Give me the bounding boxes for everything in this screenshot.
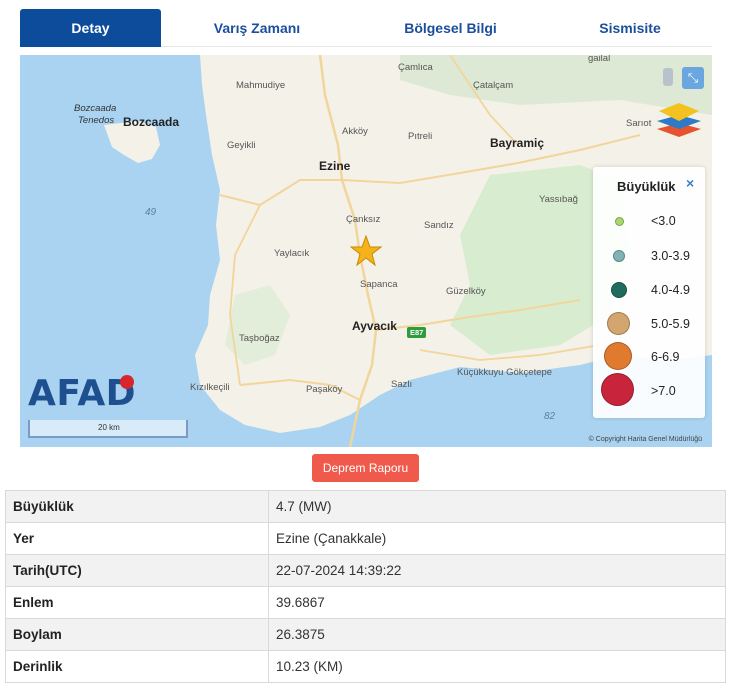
label-pasakoy: Paşaköy: [306, 384, 343, 395]
label-sandiz: Sandız: [424, 220, 454, 231]
legend-row: <3.0: [593, 207, 705, 237]
label-ayvacik: Ayvacık: [352, 319, 397, 333]
legend-label: >7.0: [651, 384, 676, 398]
detail-value: 22-07-2024 14:39:22: [268, 554, 726, 587]
epicenter-map[interactable]: Bozcaada Tenedos Bozcaada Mahmudiye Çaml…: [20, 55, 712, 447]
detail-key: Enlem: [5, 586, 269, 619]
detail-value: 10.23 (KM): [268, 650, 726, 683]
label-bayramic: Bayramiç: [490, 136, 545, 150]
label-ezine: Ezine: [319, 159, 351, 173]
legend-row: 3.0-3.9: [593, 242, 705, 272]
label-tasbogaz: Taşboğaz: [239, 333, 280, 344]
legend-circle: [615, 217, 624, 226]
table-row: Büyüklük 4.7 (MW): [5, 490, 726, 523]
label-tenedos: Tenedos: [78, 115, 115, 126]
legend-circle: [607, 312, 630, 335]
label-camlica: Çamlıca: [398, 62, 433, 73]
legend-label: <3.0: [651, 214, 676, 228]
label-yassibag: Yassıbağ: [539, 194, 578, 205]
legend-label: 6-6.9: [651, 350, 680, 364]
legend-label: 4.0-4.9: [651, 283, 690, 297]
detail-key: Büyüklük: [5, 490, 269, 523]
legend-title: Büyüklük: [617, 179, 676, 194]
layers-icon[interactable]: [657, 101, 701, 137]
label-bozcaada: Bozcaada: [123, 115, 180, 129]
table-row: Tarih(UTC) 22-07-2024 14:39:22: [5, 554, 726, 587]
earthquake-report-button[interactable]: Deprem Raporu: [312, 454, 419, 482]
label-kizilkecili: Kızılkeçili: [190, 382, 230, 393]
label-sariot: Sarıot: [626, 118, 652, 129]
legend-row: 4.0-4.9: [593, 276, 705, 306]
detail-value: 4.7 (MW): [268, 490, 726, 523]
legend-circle: [613, 250, 625, 262]
label-kucukkuyu: Küçükkuyu Gökçetepe: [457, 367, 553, 378]
legend-label: 3.0-3.9: [651, 249, 690, 263]
table-row: Derinlik 10.23 (KM): [5, 650, 726, 683]
detail-value: Ezine (Çanakkale): [268, 522, 726, 555]
scale-label: 20 km: [98, 423, 120, 432]
table-row: Boylam 26.3875: [5, 618, 726, 651]
legend-circle: [611, 282, 627, 298]
legend-circle: [601, 373, 634, 406]
legend-row: >7.0: [593, 373, 705, 406]
fullscreen-icon[interactable]: ⤡: [682, 67, 704, 89]
earthquake-details-table: Büyüklük 4.7 (MW) Yer Ezine (Çanakkale) …: [5, 490, 726, 683]
legend-row: 6-6.9: [593, 341, 705, 371]
label-sapanca: Sapanca: [360, 279, 398, 290]
label-akkoy: Akköy: [342, 126, 368, 137]
sea-label-west: 49: [145, 207, 157, 218]
detail-value: 26.3875: [268, 618, 726, 651]
detail-key: Yer: [5, 522, 269, 555]
legend-circle: [604, 342, 632, 370]
legend-row: 5.0-5.9: [593, 309, 705, 339]
sea-label-south: 82: [544, 411, 556, 422]
label-yaylacik: Yaylacık: [274, 248, 310, 259]
detail-key: Tarih(UTC): [5, 554, 269, 587]
detail-key: Boylam: [5, 618, 269, 651]
label-sazli: Sazlı: [391, 379, 413, 390]
table-row: Yer Ezine (Çanakkale): [5, 522, 726, 555]
table-row: Enlem 39.6867: [5, 586, 726, 619]
label-galial: gailal: [588, 55, 611, 64]
flag-icon: [120, 375, 134, 389]
star-icon[interactable]: [350, 235, 382, 267]
label-guzelkoy: Güzelköy: [446, 286, 486, 297]
label-pitreli: Pıtreli: [408, 131, 433, 142]
label-canksiz: Çanksız: [346, 214, 381, 225]
road-badge-e87: E87: [407, 327, 427, 338]
label-bozcaada-alt1: Bozcaada: [74, 103, 117, 114]
label-geyikli: Geyikli: [227, 140, 256, 151]
magnitude-legend: Büyüklük × <3.0 3.0-3.9 4.0-4.9 5.0-5.9 …: [593, 167, 705, 418]
tab-varis-zamani[interactable]: Varış Zamanı: [161, 9, 353, 47]
tab-bolgesel-bilgi[interactable]: Bölgesel Bilgi: [353, 9, 548, 47]
tab-sismisite[interactable]: Sismisite: [548, 9, 712, 47]
map-slider-handle[interactable]: [663, 68, 673, 86]
detail-value: 39.6867: [268, 586, 726, 619]
label-catalcam: Çatalçam: [473, 80, 514, 91]
close-icon[interactable]: ×: [686, 175, 694, 191]
label-mahmudiye: Mahmudiye: [236, 80, 286, 91]
legend-label: 5.0-5.9: [651, 317, 690, 331]
scale-bar: 20 km: [28, 420, 188, 438]
tab-detay[interactable]: Detay: [20, 9, 161, 47]
tab-bar: Detay Varış Zamanı Bölgesel Bilgi Sismis…: [20, 9, 712, 47]
map-copyright: © Copyright Harita Genel Müdürlüğü: [588, 436, 702, 443]
detail-key: Derinlik: [5, 650, 269, 683]
